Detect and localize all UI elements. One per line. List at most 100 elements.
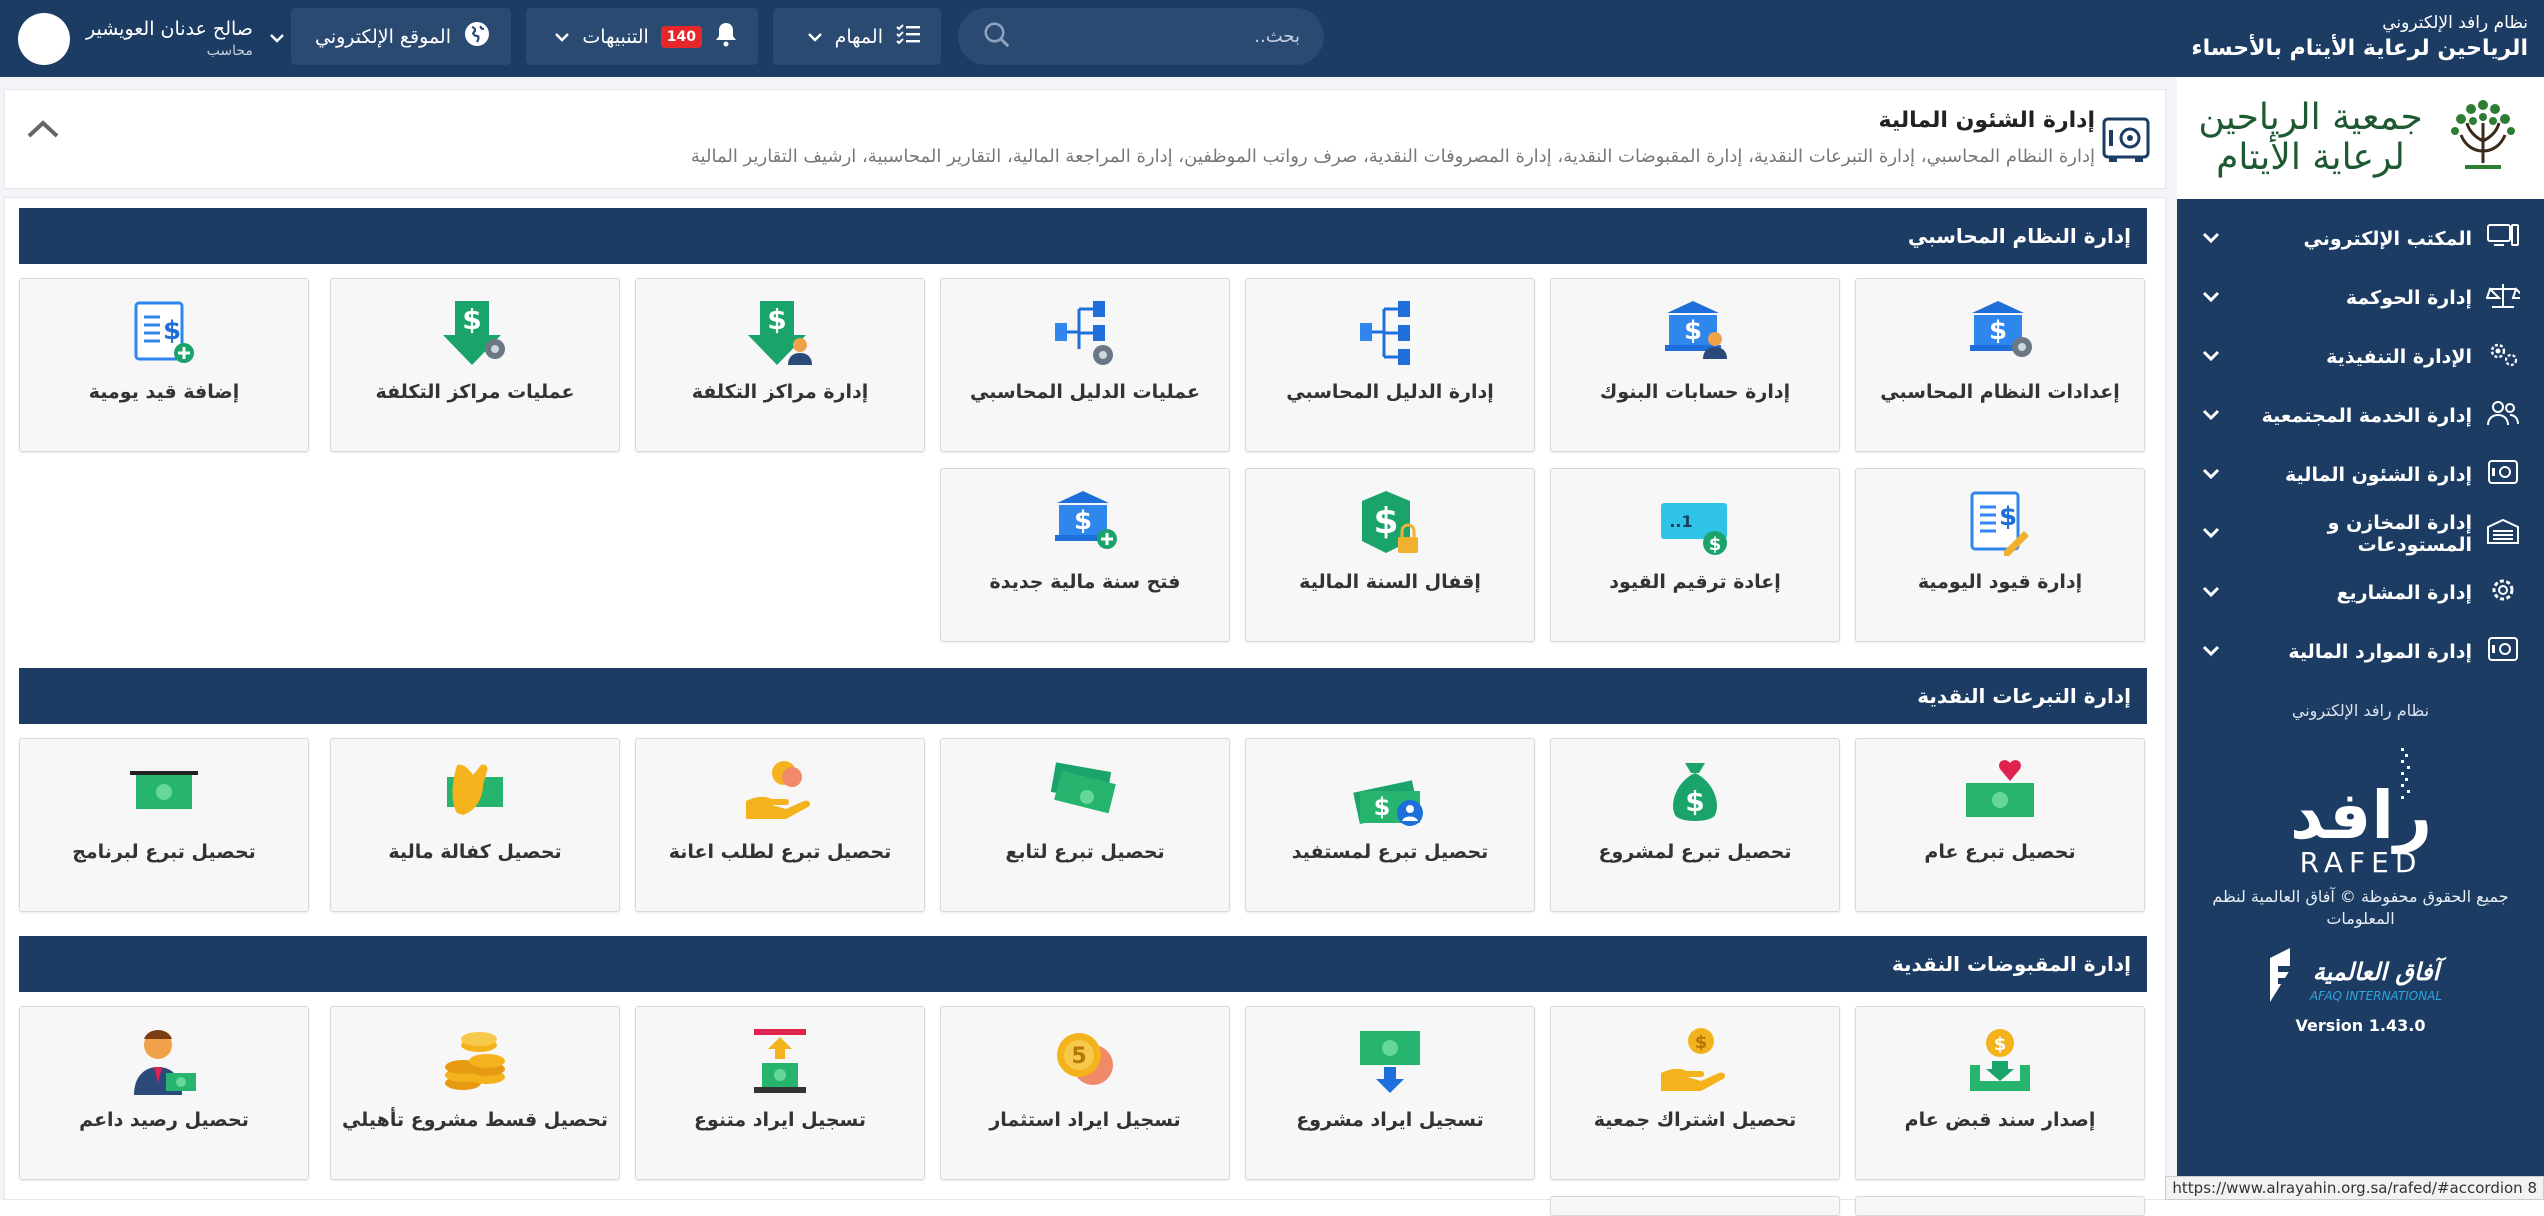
chevron-down-icon (2201, 462, 2221, 487)
avatar[interactable] (18, 13, 70, 65)
status-url: https://www.alrayahin.org.sa/rafed/#acco… (2165, 1176, 2544, 1200)
website-label: الموقع الإلكتروني (315, 26, 451, 48)
brand-block[interactable]: نظام رافد الإلكتروني الرياحين لرعاية الأ… (2191, 12, 2528, 64)
tile-project-donation[interactable]: $ تحصيل تبرع لمشروع (1550, 738, 1840, 912)
money-bag-icon: $ (1659, 757, 1731, 833)
logo-line-2: لرعاية الأيتام (2198, 138, 2422, 178)
tile-partial[interactable] (1855, 1196, 2145, 1216)
afaq-logo: آفاق العالمية AFAQ INTERNATIONAL (2256, 946, 2466, 1012)
gears-icon (2486, 340, 2520, 373)
sidebar-item-community[interactable]: إدارة الخدمة المجتمعية (2177, 386, 2544, 445)
svg-text:$: $ (1374, 793, 1391, 821)
svg-text:$: $ (1709, 534, 1722, 555)
tile-open-fiscal-year[interactable]: $ فتح سنة مالية جديدة (940, 468, 1230, 642)
sidebar-item-executive[interactable]: الإدارة التنفيذية (2177, 327, 2544, 386)
tile-partial[interactable] (1550, 1196, 1840, 1216)
top-bar: نظام رافد الإلكتروني الرياحين لرعاية الأ… (0, 0, 2544, 77)
tile-cost-centers-ops[interactable]: $ عمليات مراكز التكلفة (330, 278, 620, 452)
tile-financial-sponsorship[interactable]: تحصيل كفالة مالية (330, 738, 620, 912)
bank-add-icon: $ (1049, 487, 1121, 557)
copyright-text: جميع الحقوق محفوظة © آفاق العالمية لنظم … (2177, 886, 2544, 930)
tile-general-donation[interactable]: تحصيل تبرع عام (1855, 738, 2145, 912)
search-icon[interactable] (982, 20, 1012, 54)
section-cash-receipts-header[interactable]: إدارة المقبوضات النقدية (19, 936, 2147, 992)
tile-aid-request-donation[interactable]: تحصيل تبرع لطلب اعانة (635, 738, 925, 912)
svg-text:$: $ (1999, 502, 2017, 532)
sidebar-item-projects[interactable]: إدارة المشاريع (2177, 563, 2544, 622)
people-icon (2486, 399, 2520, 432)
sidebar-item-e-office[interactable]: المكتب الإلكتروني (2177, 209, 2544, 268)
svg-text:5: 5 (1071, 1044, 1086, 1069)
sidebar-item-financial-resources[interactable]: إدارة الموارد المالية (2177, 622, 2544, 681)
tile-label: إعادة ترقيم القيود (1609, 571, 1781, 593)
tile-supporter-balance[interactable]: تحصيل رصيد داعم (19, 1006, 309, 1180)
chevron-down-icon (2201, 285, 2221, 310)
tile-general-receipt[interactable]: $ إصدار سند قبض عام (1855, 1006, 2145, 1180)
tile-renumber-entries[interactable]: 1..$ إعادة ترقيم القيود (1550, 468, 1840, 642)
tile-accounting-settings[interactable]: $ إعدادات النظام المحاسبي (1855, 278, 2145, 452)
website-button[interactable]: الموقع الإلكتروني (291, 8, 511, 65)
tile-program-donation[interactable]: تحصيل تبرع لبرنامج (19, 738, 309, 912)
sidebar-item-governance[interactable]: إدارة الحوكمة (2177, 268, 2544, 327)
collapse-up-icon[interactable] (25, 118, 61, 146)
tile-label: تحصيل تبرع لمستفيد (1292, 841, 1489, 863)
tile-cost-centers[interactable]: $ إدارة مراكز التكلفة (635, 278, 925, 452)
tile-rehab-installment[interactable]: تحصيل قسط مشروع تأهيلي (330, 1006, 620, 1180)
sidebar-item-label: المكتب الإلكتروني (2235, 228, 2472, 250)
section-cash-donations-header[interactable]: إدارة التبرعات النقدية (19, 668, 2147, 724)
tile-bank-accounts[interactable]: $ إدارة حسابات البنوك (1550, 278, 1840, 452)
search-input[interactable] (1012, 26, 1300, 47)
tile-label: تسجيل ايراد متنوع (694, 1109, 866, 1131)
hand-cash-icon (439, 757, 511, 833)
svg-text:AFAQ INTERNATIONAL: AFAQ INTERNATIONAL (2308, 989, 2441, 1003)
tile-label: تحصيل اشتراك جمعية (1594, 1109, 1797, 1131)
tree-icon (1354, 297, 1426, 373)
chevron-down-icon (2201, 226, 2221, 251)
ledger-add-icon: $ (128, 297, 200, 373)
chevron-down-icon (2201, 344, 2221, 369)
desktop-icon (2486, 223, 2520, 254)
tile-misc-income[interactable]: تسجيل ايراد متنوع (635, 1006, 925, 1180)
tile-project-income[interactable]: تسجيل ايراد مشروع (1245, 1006, 1535, 1180)
svg-text:RAFED: RAFED (2299, 846, 2422, 878)
tile-beneficiary-donation[interactable]: $ تحصيل تبرع لمستفيد (1245, 738, 1535, 912)
page-description: إدارة النظام المحاسبي، إدارة التبرعات ال… (691, 146, 2095, 167)
safe-icon (2486, 458, 2520, 491)
page-header: إدارة الشئون المالية إدارة النظام المحاس… (4, 89, 2166, 189)
svg-text:$: $ (1994, 1034, 2007, 1055)
cash-user-icon: $ (1352, 757, 1428, 833)
search-box[interactable] (958, 8, 1324, 65)
user-role: محاسب (86, 41, 253, 61)
tile-label: إصدار سند قبض عام (1905, 1109, 2096, 1131)
tile-label: فتح سنة مالية جديدة (990, 571, 1181, 593)
chevron-down-icon[interactable] (269, 29, 285, 48)
tasks-icon (895, 23, 921, 50)
logo-line-1: جمعية الرياحين (2198, 98, 2422, 138)
tile-close-fiscal-year[interactable]: $ إقفال السنة المالية (1245, 468, 1535, 642)
chevron-down-icon (2201, 580, 2221, 605)
tile-membership-fee[interactable]: $ تحصيل اشتراك جمعية (1550, 1006, 1840, 1180)
tile-add-journal-entry[interactable]: $ إضافة قيد يومية (19, 278, 309, 452)
svg-text:رافد: رافد (2290, 777, 2432, 854)
tile-label: تحصيل تبرع لتابع (1005, 841, 1164, 863)
tile-journal-entries[interactable]: $ إدارة قيود اليومية (1855, 468, 2145, 642)
tile-chart-of-accounts[interactable]: إدارة الدليل المحاسبي (1245, 278, 1535, 452)
svg-text:$: $ (1695, 1032, 1708, 1053)
coin-stack-icon (439, 1025, 511, 1101)
tasks-button[interactable]: المهام (773, 8, 941, 65)
chevron-down-icon (2201, 403, 2221, 428)
notifications-count-badge: 140 (661, 26, 702, 48)
renumber-icon: 1..$ (1659, 487, 1731, 563)
notifications-button[interactable]: 140 التنبيهات (526, 8, 758, 65)
sidebar-item-warehouses[interactable]: إدارة المخازن و المستودعات (2177, 504, 2544, 563)
user-menu[interactable]: صالح عدنان العويشير محاسب (18, 10, 285, 67)
dollar-lock-icon: $ (1354, 487, 1426, 563)
hand-coin-icon (742, 757, 818, 827)
tile-chart-of-accounts-ops[interactable]: عمليات الدليل المحاسبي (940, 278, 1230, 452)
cash-stack-icon (1047, 757, 1123, 827)
org-logo[interactable]: جمعية الرياحين لرعاية الأيتام (2177, 77, 2544, 199)
sidebar-item-finance[interactable]: إدارة الشئون المالية (2177, 445, 2544, 504)
tile-investment-income[interactable]: 5 تسجيل ايراد استثمار (940, 1006, 1230, 1180)
tile-dependent-donation[interactable]: تحصيل تبرع لتابع (940, 738, 1230, 912)
section-accounting-header[interactable]: إدارة النظام المحاسبي (19, 208, 2147, 264)
